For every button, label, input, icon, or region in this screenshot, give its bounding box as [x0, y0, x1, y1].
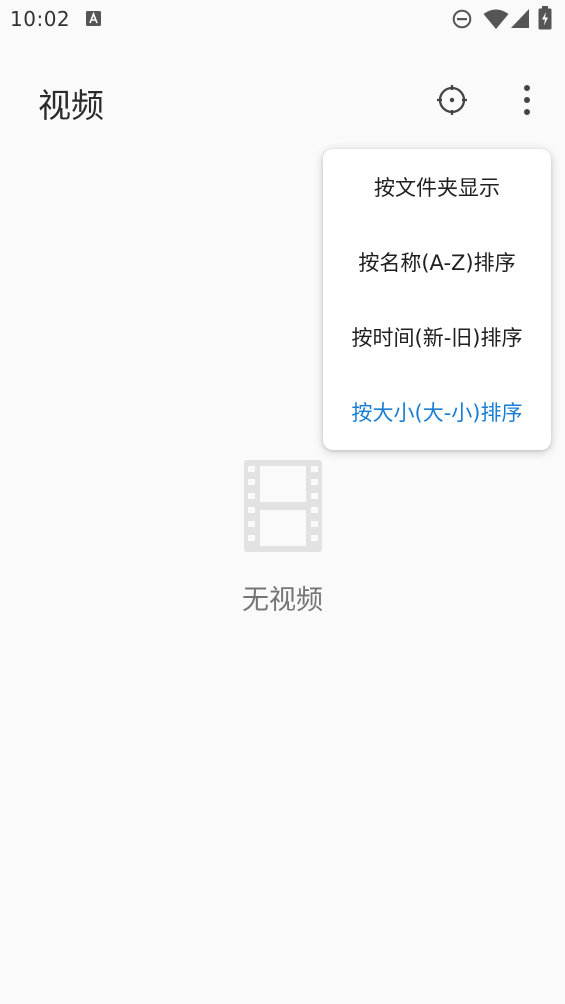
menu-item-sort-by-size[interactable]: 按大小(大-小)排序 — [323, 374, 551, 449]
film-strip-icon — [244, 460, 322, 552]
status-bar: 10:02 — [0, 0, 565, 40]
wifi-icon — [483, 9, 509, 29]
status-time: 10:02 — [10, 7, 71, 31]
menu-item-sort-by-name[interactable]: 按名称(A-Z)排序 — [323, 224, 551, 299]
a-letter-icon — [86, 11, 101, 26]
cell-signal-icon — [511, 9, 529, 28]
do-not-disturb-icon — [452, 9, 472, 29]
more-options-button[interactable] — [503, 76, 551, 124]
battery-charging-icon — [538, 6, 552, 30]
more-vert-icon — [524, 85, 530, 115]
locate-button[interactable] — [428, 76, 476, 124]
menu-item-show-by-folder[interactable]: 按文件夹显示 — [323, 149, 551, 224]
app-bar: 视频 — [0, 60, 565, 140]
empty-state-text: 无视频 — [242, 585, 323, 616]
menu-item-sort-by-time[interactable]: 按时间(新-旧)排序 — [323, 299, 551, 374]
sort-menu: 按文件夹显示 按名称(A-Z)排序 按时间(新-旧)排序 按大小(大-小)排序 — [323, 149, 551, 450]
locate-target-icon — [437, 85, 467, 115]
page-title: 视频 — [38, 86, 104, 125]
